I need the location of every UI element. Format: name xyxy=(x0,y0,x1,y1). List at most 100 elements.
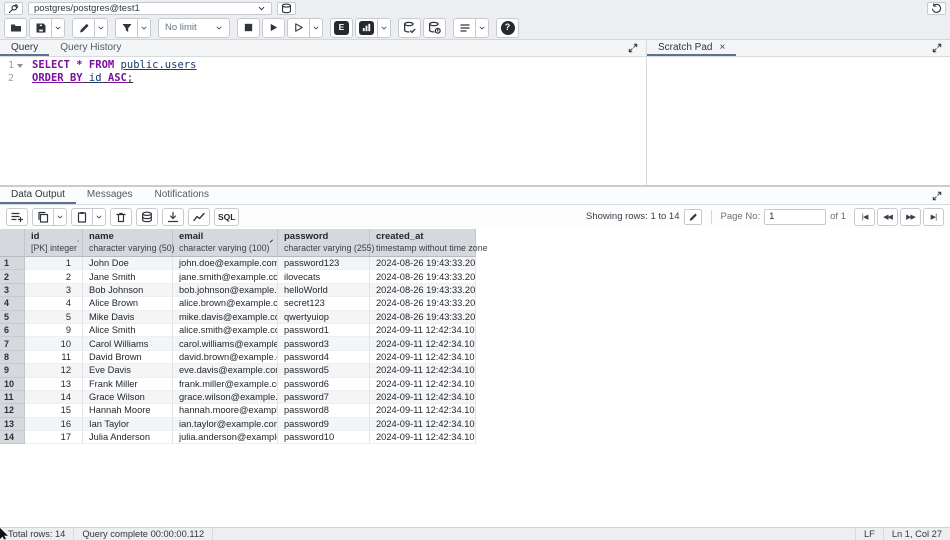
table-cell[interactable]: 11 xyxy=(25,351,83,364)
table-cell[interactable]: Ian Taylor xyxy=(83,418,173,431)
next-page-button[interactable]: ▶▶ xyxy=(900,208,921,226)
table-cell[interactable]: password3 xyxy=(278,337,370,350)
edit-button[interactable] xyxy=(72,18,95,38)
table-cell[interactable]: Bob Johnson xyxy=(83,284,173,297)
explain-analyze-button[interactable] xyxy=(355,18,378,38)
table-cell[interactable]: Hannah Moore xyxy=(83,404,173,417)
edit-dropdown[interactable] xyxy=(94,18,108,38)
row-number[interactable]: 4 xyxy=(0,297,25,310)
download-button[interactable] xyxy=(162,208,184,226)
save-data-button[interactable] xyxy=(136,208,158,226)
table-cell[interactable]: hannah.moore@example.com xyxy=(173,404,278,417)
execute-options-button[interactable] xyxy=(287,18,310,38)
column-header-name[interactable]: namecharacter varying (50) xyxy=(83,229,173,257)
table-cell[interactable]: 2024-09-11 12:42:34.109114 xyxy=(370,351,476,364)
filter-dropdown[interactable] xyxy=(137,18,151,38)
table-cell[interactable]: secret123 xyxy=(278,297,370,310)
edit-column-icon[interactable] xyxy=(77,237,79,245)
limit-select[interactable]: No limit xyxy=(158,18,230,38)
commit-button[interactable] xyxy=(398,18,421,38)
table-cell[interactable]: 2024-08-26 19:43:33.204646 xyxy=(370,297,476,310)
copy-button[interactable] xyxy=(32,208,54,226)
table-cell[interactable]: 1 xyxy=(25,257,83,270)
paste-button[interactable] xyxy=(71,208,93,226)
column-header-id[interactable]: id[PK] integer xyxy=(25,229,83,257)
tab-query[interactable]: Query xyxy=(0,40,49,56)
table-cell[interactable]: 13 xyxy=(25,378,83,391)
new-connection-button[interactable] xyxy=(277,2,296,15)
row-number[interactable]: 5 xyxy=(0,311,25,324)
table-cell[interactable]: ilovecats xyxy=(278,270,370,283)
table-cell[interactable]: 2024-08-26 19:43:33.204646 xyxy=(370,270,476,283)
table-cell[interactable]: password4 xyxy=(278,351,370,364)
table-cell[interactable]: 2 xyxy=(25,270,83,283)
execute-dropdown[interactable] xyxy=(309,18,323,38)
table-cell[interactable]: Frank Miller xyxy=(83,378,173,391)
scratch-pad[interactable] xyxy=(647,57,950,185)
table-cell[interactable]: 2024-09-11 12:42:34.109114 xyxy=(370,404,476,417)
table-cell[interactable]: mike.davis@example.com xyxy=(173,311,278,324)
editor-line[interactable]: 2ORDER BY id ASC; xyxy=(0,72,646,85)
table-cell[interactable]: 4 xyxy=(25,297,83,310)
table-cell[interactable]: Carol Williams xyxy=(83,337,173,350)
filter-button[interactable] xyxy=(115,18,138,38)
edit-range-button[interactable] xyxy=(684,209,702,225)
row-number[interactable]: 3 xyxy=(0,284,25,297)
explain-button[interactable]: E xyxy=(330,18,353,38)
table-cell[interactable]: password9 xyxy=(278,418,370,431)
save-dropdown[interactable] xyxy=(51,18,65,38)
tab-messages[interactable]: Messages xyxy=(76,187,144,204)
table-cell[interactable]: password5 xyxy=(278,364,370,377)
table-cell[interactable]: Alice Smith xyxy=(83,324,173,337)
table-cell[interactable]: 2024-09-11 12:42:34.109114 xyxy=(370,324,476,337)
column-header-email[interactable]: emailcharacter varying (100) xyxy=(173,229,278,257)
cancel-query-button[interactable] xyxy=(237,18,260,38)
table-cell[interactable]: Alice Brown xyxy=(83,297,173,310)
column-header-created_at[interactable]: created_attimestamp without time zone xyxy=(370,229,476,257)
table-cell[interactable]: 5 xyxy=(25,311,83,324)
paste-dropdown[interactable] xyxy=(92,208,106,226)
output-expand-button[interactable] xyxy=(924,187,950,204)
table-cell[interactable]: John Doe xyxy=(83,257,173,270)
table-cell[interactable]: 3 xyxy=(25,284,83,297)
table-cell[interactable]: Julia Anderson xyxy=(83,431,173,444)
row-number[interactable]: 9 xyxy=(0,364,25,377)
add-row-button[interactable] xyxy=(6,208,28,226)
table-cell[interactable]: password123 xyxy=(278,257,370,270)
table-cell[interactable]: alice.brown@example.com xyxy=(173,297,278,310)
table-cell[interactable]: 2024-08-26 19:43:33.204646 xyxy=(370,257,476,270)
table-cell[interactable]: john.doe@example.com xyxy=(173,257,278,270)
tab-query-history[interactable]: Query History xyxy=(49,40,132,56)
delete-row-button[interactable] xyxy=(110,208,132,226)
editor-line[interactable]: 1SELECT * FROM public.users xyxy=(0,59,646,72)
table-cell[interactable]: Eve Davis xyxy=(83,364,173,377)
tab-notifications[interactable]: Notifications xyxy=(144,187,220,204)
sql-editor[interactable]: 1SELECT * FROM public.users2ORDER BY id … xyxy=(0,57,647,185)
rollback-button[interactable] xyxy=(423,18,446,38)
execute-button[interactable] xyxy=(262,18,285,38)
table-cell[interactable]: password7 xyxy=(278,391,370,404)
sql-button[interactable]: SQL xyxy=(214,208,239,226)
eol-indicator[interactable]: LF xyxy=(855,528,883,540)
table-cell[interactable]: 17 xyxy=(25,431,83,444)
column-header-password[interactable]: passwordcharacter varying (255) xyxy=(278,229,370,257)
row-number[interactable]: 11 xyxy=(0,391,25,404)
row-number[interactable]: 1 xyxy=(0,257,25,270)
connection-selector[interactable]: postgres/postgres@test1 xyxy=(28,2,272,15)
tab-data-output[interactable]: Data Output xyxy=(0,187,76,204)
row-number[interactable]: 12 xyxy=(0,404,25,417)
first-page-button[interactable]: |◀ xyxy=(854,208,875,226)
table-cell[interactable]: password6 xyxy=(278,378,370,391)
table-cell[interactable]: 2024-09-11 12:42:34.109114 xyxy=(370,391,476,404)
prev-page-button[interactable]: ◀◀ xyxy=(877,208,898,226)
table-cell[interactable]: jane.smith@example.com xyxy=(173,270,278,283)
table-cell[interactable]: 15 xyxy=(25,404,83,417)
page-input[interactable] xyxy=(764,209,826,225)
row-number[interactable]: 8 xyxy=(0,351,25,364)
table-cell[interactable]: password10 xyxy=(278,431,370,444)
table-cell[interactable]: Jane Smith xyxy=(83,270,173,283)
table-cell[interactable]: qwertyuiop xyxy=(278,311,370,324)
row-number[interactable]: 14 xyxy=(0,431,25,444)
table-cell[interactable]: 2024-09-11 12:42:34.109114 xyxy=(370,364,476,377)
table-cell[interactable]: 16 xyxy=(25,418,83,431)
